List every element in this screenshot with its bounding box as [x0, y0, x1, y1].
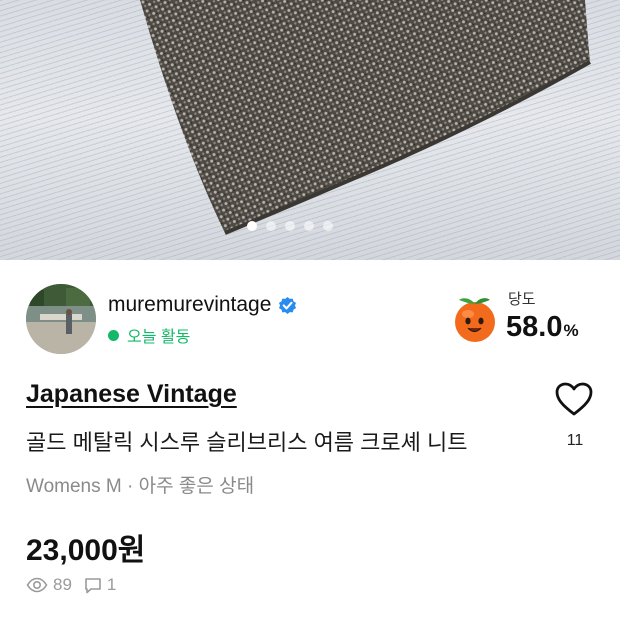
product-photo-carousel[interactable] — [0, 0, 620, 260]
activity-status-label: 오늘 활동 — [127, 329, 191, 346]
carousel-dot[interactable] — [247, 221, 257, 231]
product-stats: 89 1 — [26, 575, 128, 595]
persimmon-icon — [455, 298, 495, 342]
carousel-dot[interactable] — [266, 221, 276, 231]
seller-name[interactable]: muremurevintage — [108, 293, 271, 317]
seller-activity-status: 오늘 활동 — [108, 323, 190, 347]
carousel-dot[interactable] — [285, 221, 295, 231]
eye-icon — [26, 577, 48, 593]
carousel-dot[interactable] — [323, 221, 333, 231]
online-status-dot — [108, 329, 119, 341]
manner-temperature-label: 당도 — [508, 291, 536, 308]
manner-temperature-value: 58.0% — [506, 311, 579, 344]
product-price: 23,000원 — [26, 534, 146, 567]
product-meta: Womens M · 아주 좋은 상태 — [26, 476, 255, 497]
verified-badge-icon — [279, 296, 297, 314]
manner-value: 58.0 — [506, 311, 563, 343]
avatar-photo — [26, 284, 96, 354]
product-title: 골드 메탈릭 시스루 슬리브리스 여름 크로셰 니트 — [26, 430, 468, 455]
comment-count: 1 — [106, 575, 117, 594]
view-count: 89 — [53, 575, 72, 594]
seller-name-row[interactable]: muremurevintage — [108, 293, 297, 317]
seller-avatar[interactable] — [26, 284, 96, 354]
brand-link[interactable]: Japanese Vintage — [26, 380, 237, 409]
comment-icon — [85, 577, 101, 593]
manner-unit: % — [563, 321, 579, 340]
carousel-indicator — [247, 221, 333, 231]
heart-icon[interactable] — [554, 381, 594, 417]
carousel-dot[interactable] — [304, 221, 314, 231]
like-count: 11 — [566, 432, 584, 449]
